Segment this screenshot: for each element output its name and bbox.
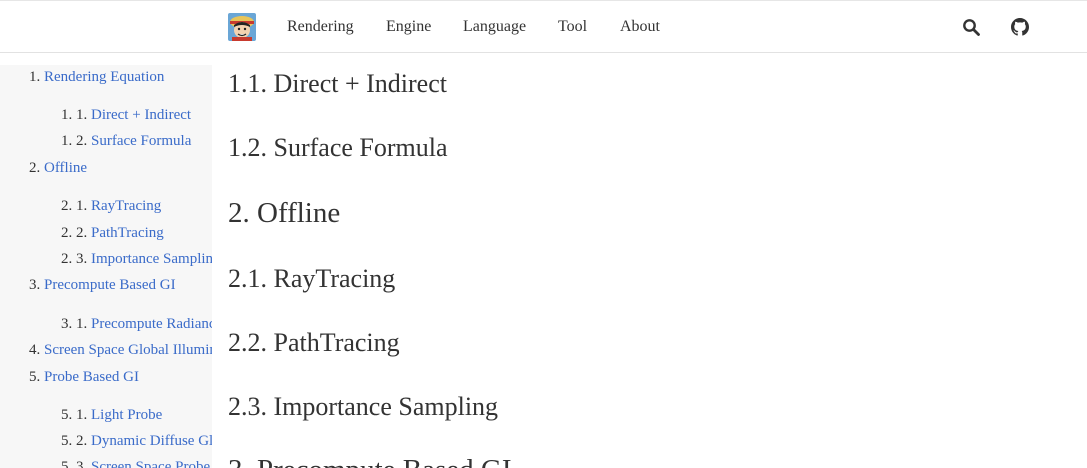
section-heading: 2.1. RayTracing	[228, 264, 396, 293]
nav-link-tool[interactable]: Tool	[558, 18, 587, 36]
toc-number: 2. 3.	[61, 251, 88, 267]
toc-link[interactable]: Rendering Equation	[44, 69, 164, 85]
toc-link[interactable]: Dynamic Diffuse Global Illumination	[91, 433, 212, 449]
toc-item[interactable]: 2. 3. Importance Sampling	[61, 250, 212, 268]
toc-link[interactable]: Offline	[44, 160, 87, 176]
main-content: 1.1. Direct + Indirect 1.2. Surface Form…	[228, 53, 1087, 468]
toc-number: 2. 1.	[61, 198, 88, 214]
avatar-icon	[228, 13, 256, 41]
toc-number: 5. 3.	[61, 459, 88, 468]
toc-link[interactable]: Precompute Radiance Transfer	[91, 316, 212, 332]
github-icon[interactable]	[1011, 18, 1029, 36]
search-icon[interactable]	[962, 18, 980, 36]
toc-item[interactable]: 4. Screen Space Global Illumination	[29, 341, 212, 359]
section-heading: 1.2. Surface Formula	[228, 133, 448, 162]
toc-number: 5. 2.	[61, 433, 88, 449]
toc-number: 1. 2.	[61, 133, 88, 149]
toc-number: 2.	[29, 160, 41, 176]
toc-item[interactable]: 5. 2. Dynamic Diffuse Global Illuminatio…	[61, 432, 212, 450]
toc-item[interactable]: 1. 2. Surface Formula	[61, 132, 191, 150]
toc-number: 5. 1.	[61, 407, 88, 423]
toc-item[interactable]: 5. Probe Based GI	[29, 368, 139, 386]
toc-item[interactable]: 5. 1. Light Probe	[61, 406, 162, 424]
top-navbar: Rendering Engine Language Tool About	[0, 0, 1087, 53]
toc-link[interactable]: Probe Based GI	[44, 369, 139, 385]
site-logo[interactable]	[228, 13, 256, 41]
nav-link-engine[interactable]: Engine	[386, 18, 431, 36]
toc-item[interactable]: 2. 1. RayTracing	[61, 197, 161, 215]
nav-link-language[interactable]: Language	[463, 18, 526, 36]
toc-item[interactable]: 1. Rendering Equation	[29, 68, 164, 86]
toc-number: 5.	[29, 369, 41, 385]
section-heading: 2.3. Importance Sampling	[228, 392, 499, 421]
section-heading: 2.2. PathTracing	[228, 328, 400, 357]
toc-link[interactable]: RayTracing	[91, 198, 161, 214]
nav-link-rendering[interactable]: Rendering	[287, 18, 354, 36]
toc-link[interactable]: Light Probe	[91, 407, 162, 423]
toc-link[interactable]: Precompute Based GI	[44, 277, 176, 293]
toc-item[interactable]: 2. 2. PathTracing	[61, 224, 164, 242]
toc-number: 2. 2.	[61, 225, 88, 241]
toc-number: 1.	[29, 69, 41, 85]
toc-number: 4.	[29, 342, 41, 358]
section-heading: 3. Precompute Based GI	[228, 454, 512, 468]
toc-item[interactable]: 5. 3. Screen Space Probe	[61, 458, 210, 468]
toc-number: 3.	[29, 277, 41, 293]
toc-link[interactable]: Direct + Indirect	[91, 107, 191, 123]
nav-link-about[interactable]: About	[620, 18, 660, 36]
toc-item[interactable]: 3. 1. Precompute Radiance Transfer	[61, 315, 212, 333]
toc-item[interactable]: 2. Offline	[29, 159, 87, 177]
toc-link[interactable]: PathTracing	[91, 225, 164, 241]
toc-link[interactable]: Importance Sampling	[91, 251, 212, 267]
toc-link[interactable]: Surface Formula	[91, 133, 191, 149]
toc-item[interactable]: 1. 1. Direct + Indirect	[61, 106, 191, 124]
section-heading: 2. Offline	[228, 197, 341, 229]
toc-number: 3. 1.	[61, 316, 88, 332]
section-heading: 1.1. Direct + Indirect	[228, 69, 447, 98]
toc-item[interactable]: 3. Precompute Based GI	[29, 276, 176, 294]
toc-link[interactable]: Screen Space Probe	[91, 459, 210, 468]
toc-number: 1. 1.	[61, 107, 88, 123]
toc-sidebar: 1. Rendering Equation 1. 1. Direct + Ind…	[0, 65, 212, 468]
toc-link[interactable]: Screen Space Global Illumination	[44, 342, 212, 358]
